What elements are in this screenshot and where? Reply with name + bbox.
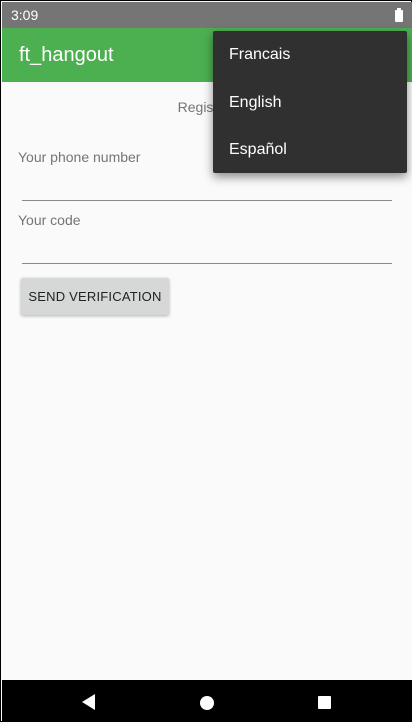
phone-number-input[interactable] [22, 171, 392, 201]
app-title: ft_hangout [19, 44, 114, 66]
send-verification-button[interactable]: SEND VERIFICATION [21, 278, 169, 315]
menu-item-francais[interactable]: Francais [213, 31, 407, 78]
phone-number-label: Your phone number [18, 149, 141, 165]
battery-icon [395, 8, 403, 22]
code-input[interactable] [22, 234, 392, 264]
home-icon[interactable] [200, 696, 214, 710]
status-bar: 3:09 [2, 2, 412, 28]
back-icon[interactable] [82, 694, 95, 710]
menu-item-espanol[interactable]: Español [213, 126, 407, 173]
status-time: 3:09 [11, 7, 39, 23]
code-label: Your code [18, 212, 81, 228]
language-menu: Francais English Español [213, 31, 407, 173]
navigation-bar [2, 680, 412, 722]
recents-icon[interactable] [318, 696, 331, 709]
phone-screen: 3:09 ft_hangout Registration Your phone … [0, 0, 412, 722]
menu-item-english[interactable]: English [213, 79, 407, 126]
